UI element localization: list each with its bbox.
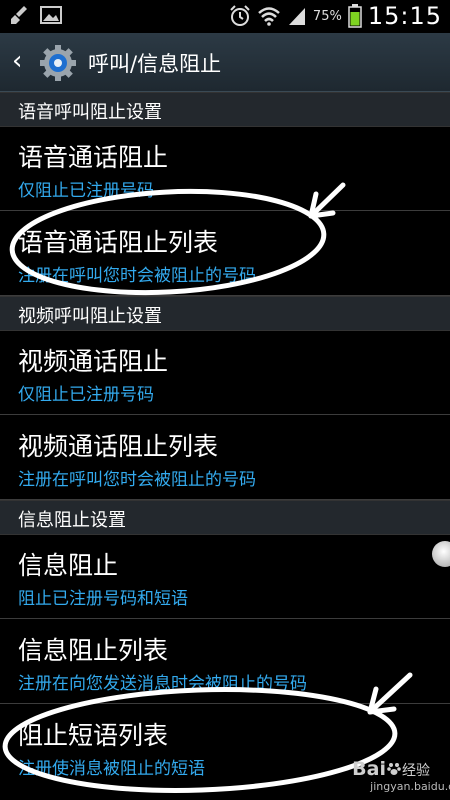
list-item-message-block-list[interactable]: 信息阻止列表 注册在向您发送消息时会被阻止的号码 [0,619,450,704]
item-subtitle: 注册在向您发送消息时会被阻止的号码 [18,674,307,694]
wifi-icon [258,7,280,26]
clock: 15:15 [367,2,442,30]
list-item-video-block[interactable]: 视频通话阻止 仅阻止已注册号码 [0,330,450,415]
settings-gear-icon[interactable] [38,43,78,83]
battery-percent: 75% [312,8,342,24]
signal-icon [288,8,305,25]
item-subtitle: 仅阻止已注册号码 [18,181,154,201]
watermark-brand2: 经验 [402,763,430,779]
item-title: 视频通话阻止 [18,347,169,376]
list-item-voice-block[interactable]: 语音通话阻止 仅阻止已注册号码 [0,126,450,211]
battery-icon [348,4,362,28]
paw-icon [387,763,401,775]
list-item-message-block[interactable]: 信息阻止 阻止已注册号码和短语 [0,534,450,619]
section-label: 视频呼叫阻止设置 [18,306,162,327]
section-header-voice: 语音呼叫阻止设置 [0,92,450,127]
item-subtitle: 注册在呼叫您时会被阻止的号码 [18,470,256,490]
item-title: 信息阻止列表 [18,636,169,665]
alarm-icon [230,5,250,26]
item-title: 视频通话阻止列表 [18,432,219,461]
page-title: 呼叫/信息阻止 [88,52,222,76]
watermark-brand: Bai [352,758,386,780]
item-subtitle: 注册在呼叫您时会被阻止的号码 [18,266,256,286]
list-item-voice-block-list[interactable]: 语音通话阻止列表 注册在呼叫您时会被阻止的号码 [0,211,450,296]
image-icon [40,6,62,24]
item-title: 信息阻止 [18,551,119,580]
item-title: 语音通话阻止列表 [18,228,219,257]
watermark: Bai 经验 jingyan.baidu.com [352,758,450,793]
status-bar: 75% 15:15 [0,0,450,33]
section-label: 语音呼叫阻止设置 [18,102,162,123]
list-item-video-block-list[interactable]: 视频通话阻止列表 注册在呼叫您时会被阻止的号码 [0,415,450,500]
broom-icon [11,6,27,24]
item-title: 阻止短语列表 [18,721,169,750]
action-bar: ‹ 呼叫/信息阻止 [0,33,450,92]
item-subtitle: 阻止已注册号码和短语 [18,589,188,609]
section-header-video: 视频呼叫阻止设置 [0,296,450,331]
item-subtitle: 注册使消息被阻止的短语 [18,759,205,779]
watermark-url: jingyan.baidu.com [370,780,450,793]
item-title: 语音通话阻止 [18,143,169,172]
section-label: 信息阻止设置 [18,510,126,531]
section-header-message: 信息阻止设置 [0,500,450,535]
item-subtitle: 仅阻止已注册号码 [18,385,154,405]
back-arrow-icon[interactable]: ‹ [12,47,22,75]
